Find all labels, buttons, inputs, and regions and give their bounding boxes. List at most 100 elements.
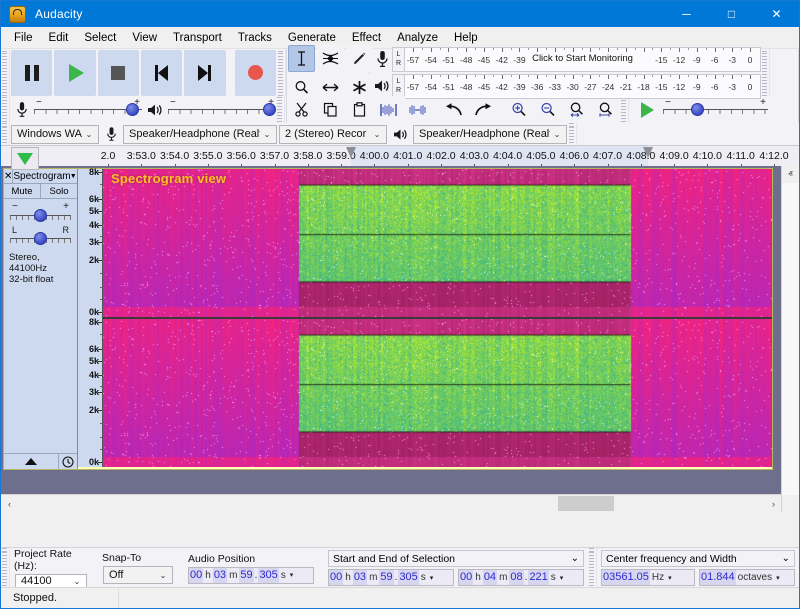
undo-button[interactable]: [440, 96, 467, 123]
spectrogram-display[interactable]: Spectrogram view: [103, 169, 772, 467]
menu-tracks[interactable]: Tracks: [230, 30, 280, 46]
track-name-dropdown[interactable]: Spectrogram ▼: [13, 171, 78, 182]
pause-button[interactable]: [11, 50, 52, 96]
horizontal-scrollbar[interactable]: ‹ ›: [1, 494, 782, 512]
skip-to-end-button[interactable]: [184, 50, 225, 96]
selection-start-field[interactable]: 00 h 03 m 59 . 305 s ▾: [328, 569, 454, 586]
selection-mode-select[interactable]: Start and End of Selection ⌄: [328, 550, 584, 567]
input-volume-thumb[interactable]: [126, 103, 139, 116]
mixer-toolbar-grip[interactable]: [1, 96, 10, 123]
clock-glyph: [62, 456, 74, 468]
device-toolbar-grip-right[interactable]: [568, 123, 577, 145]
monitor-hint[interactable]: Click to Start Monitoring: [530, 53, 635, 64]
audio-pos-caret-icon[interactable]: ▾: [288, 571, 296, 579]
audio-position-field[interactable]: 00 h 03 m 59 . 305 s ▾: [188, 567, 314, 584]
play-at-speed-button[interactable]: [630, 96, 662, 123]
copy-button[interactable]: [317, 96, 344, 123]
audio-host-select[interactable]: Windows WASA ⌄: [11, 125, 99, 144]
fit-selection-button[interactable]: [563, 96, 590, 123]
transport-toolbar-grip[interactable]: [1, 49, 10, 96]
close-icon[interactable]: ✕: [754, 1, 799, 27]
selection-handle[interactable]: [643, 147, 653, 158]
silence-audio-button[interactable]: [404, 96, 431, 123]
maximize-icon[interactable]: □: [709, 1, 754, 27]
snap-to-select[interactable]: Off ⌄: [103, 566, 173, 584]
project-rate-select[interactable]: 44100 ⌄: [15, 574, 87, 588]
playback-meter-bar[interactable]: -57-54-51-48-45-42-39-36-33-30-27-24-21-…: [405, 74, 761, 99]
sel-end-caret-icon[interactable]: ▾: [558, 574, 566, 582]
edit-toolbar-grip[interactable]: [620, 96, 629, 123]
selection-tool-icon[interactable]: [288, 45, 315, 72]
selection-handle[interactable]: [346, 147, 356, 158]
record-button[interactable]: [235, 50, 276, 96]
recording-channels-select[interactable]: 2 (Stereo) Recor ⌄: [279, 125, 387, 144]
audio-pos-ms: 305: [258, 568, 278, 583]
track-pan-slider[interactable]: L R: [10, 228, 71, 248]
horizontal-scroll-trough[interactable]: [18, 495, 765, 512]
menu-transport[interactable]: Transport: [165, 30, 230, 46]
speed-plus-label: +: [760, 97, 766, 108]
horizontal-scroll-thumb[interactable]: [558, 496, 614, 511]
spectrogram-channel[interactable]: [103, 169, 772, 317]
play-speed-thumb[interactable]: [691, 103, 704, 116]
frequency-ruler[interactable]: 8k6k5k4k3k2k0k8k6k5k4k3k2k0k: [78, 169, 103, 467]
collapse-track-button[interactable]: [4, 454, 59, 469]
menu-help[interactable]: Help: [446, 30, 486, 46]
mute-button[interactable]: Mute: [4, 184, 41, 198]
center-frequency-field[interactable]: 03561.05 Hz ▾: [601, 569, 695, 586]
spectral-toolbar-grip[interactable]: [588, 548, 597, 588]
recording-meter-bar[interactable]: -57-54-51-48-45-42-39-36-33-30-27-24-21-…: [405, 47, 761, 72]
output-volume-slider[interactable]: − +: [168, 99, 276, 121]
spectrogram-channel[interactable]: [103, 319, 772, 467]
envelope-tool-icon[interactable]: [317, 45, 344, 72]
device-toolbar-grip[interactable]: [1, 123, 10, 145]
selection-toolbar-grip[interactable]: [1, 548, 10, 588]
menu-view[interactable]: View: [124, 30, 165, 46]
paste-button[interactable]: [346, 96, 373, 123]
input-volume-slider[interactable]: − +: [34, 99, 142, 121]
play-button[interactable]: [54, 50, 95, 96]
zoom-in-button[interactable]: [505, 96, 532, 123]
recording-meter[interactable]: L R -57-54-51-48-45-42-39-36-33-30-27-24…: [372, 47, 761, 72]
recording-device-select[interactable]: Speaker/Headphone (Realte ⌄: [123, 125, 277, 144]
vertical-scroll-trough[interactable]: [782, 183, 799, 495]
playback-meter[interactable]: L R -57-54-51-48-45-42-39-36-33-30-27-24…: [372, 74, 761, 99]
track-gain-thumb[interactable]: [34, 209, 47, 222]
output-volume-thumb[interactable]: [263, 103, 276, 116]
track-pan-thumb[interactable]: [34, 232, 47, 245]
redo-button[interactable]: [469, 96, 496, 123]
menu-analyze[interactable]: Analyze: [389, 30, 446, 46]
scroll-right-icon[interactable]: ›: [765, 495, 782, 512]
solo-button[interactable]: Solo: [41, 184, 77, 198]
skip-to-start-button[interactable]: [141, 50, 182, 96]
trim-audio-button[interactable]: [375, 96, 402, 123]
menu-edit[interactable]: Edit: [41, 30, 77, 46]
scroll-up-icon[interactable]: ⱏ: [782, 166, 799, 183]
sel-start-caret-icon[interactable]: ▾: [428, 574, 436, 582]
transport-toolbar-grip-right[interactable]: [277, 49, 286, 96]
stop-button[interactable]: [98, 50, 139, 96]
center-frequency-caret-icon[interactable]: ▾: [666, 574, 674, 582]
vertical-scrollbar[interactable]: ⱏ ⱟ: [781, 166, 799, 512]
close-track-icon[interactable]: ✕: [4, 169, 13, 183]
scroll-left-icon[interactable]: ‹: [1, 495, 18, 512]
mixer-toolbar-grip-right[interactable]: [276, 96, 285, 123]
scroll-down-icon[interactable]: ⱟ: [782, 495, 799, 512]
play-speed-slider[interactable]: − +: [663, 99, 768, 121]
menu-file[interactable]: File: [6, 30, 41, 46]
playback-device-select[interactable]: Speaker/Headphone (Realte ⌄: [413, 125, 567, 144]
bandwidth-caret-icon[interactable]: ▾: [774, 574, 782, 582]
pinned-play-head-button[interactable]: [11, 147, 39, 170]
selection-end-field[interactable]: 00 h 04 m 08 . 221 s ▾: [458, 569, 584, 586]
spectral-mode-select[interactable]: Center frequency and Width ⌄: [601, 550, 795, 567]
fit-project-button[interactable]: [592, 96, 619, 123]
meter-toolbar-grip[interactable]: [761, 49, 770, 96]
track-clock-icon[interactable]: [59, 454, 77, 469]
zoom-out-button[interactable]: [534, 96, 561, 123]
cut-button[interactable]: [288, 96, 315, 123]
track-gain-slider[interactable]: − +: [10, 205, 71, 225]
menu-select[interactable]: Select: [76, 30, 124, 46]
minimize-icon[interactable]: ─: [664, 1, 709, 27]
bandwidth-field[interactable]: 01.844 octaves ▾: [699, 569, 795, 586]
draw-tool-icon[interactable]: [346, 45, 373, 72]
